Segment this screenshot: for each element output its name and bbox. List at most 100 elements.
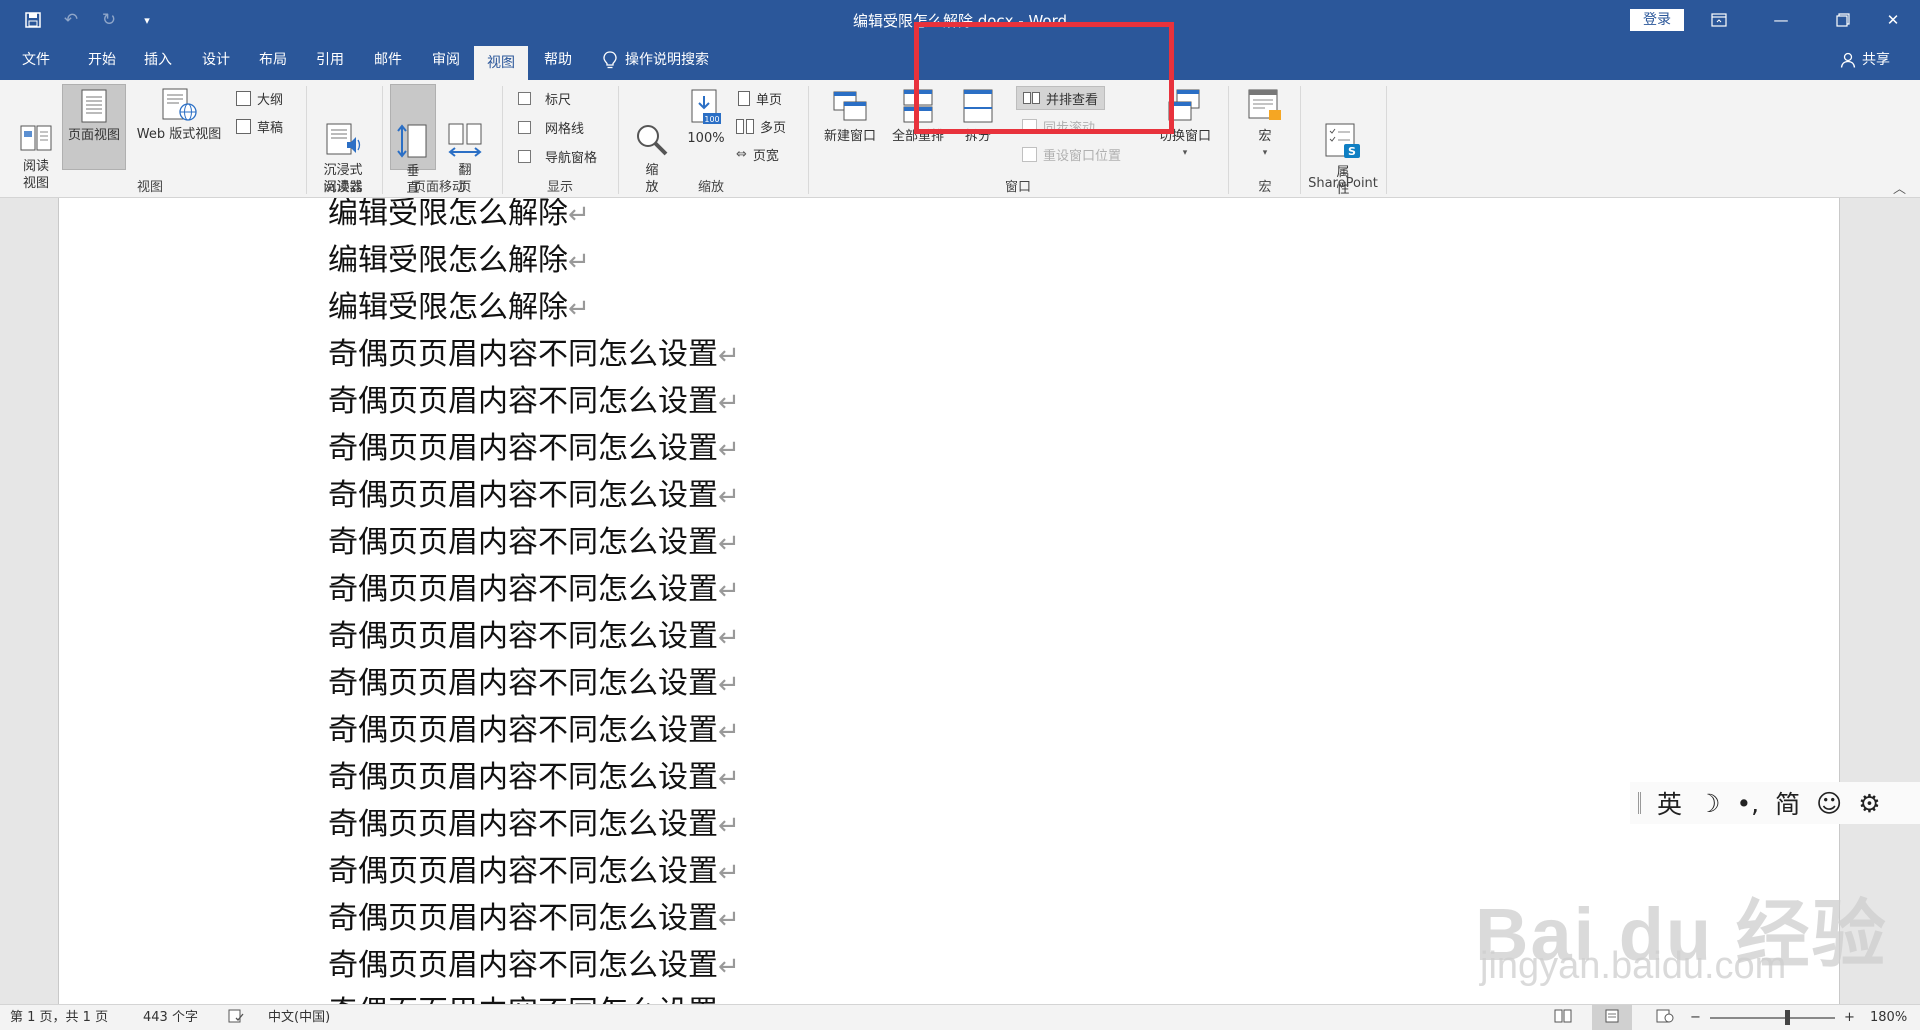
document-line[interactable]: 编辑受限怎么解除↵ [328,198,740,237]
tab-review[interactable]: 审阅 [418,40,474,80]
ribbon-display-options-icon[interactable] [1688,0,1750,40]
document-line[interactable]: 奇偶页页眉内容不同怎么设置↵ [328,989,740,1004]
paragraph-mark-icon: ↵ [718,529,740,559]
punctuation-icon[interactable]: •, [1736,789,1759,818]
document-text[interactable]: 编辑受限怎么解除↵ 编辑受限怎么解除↵ 编辑受限怎么解除↵ 奇偶页页眉内容不同怎么设置… [328,198,740,1004]
document-line-text: 奇偶页页眉内容不同怎么设置 [328,854,718,889]
share-button[interactable]: 共享 [1840,40,1890,80]
gear-icon[interactable]: ⚙ [1858,789,1880,818]
outline-button[interactable]: 大纲 [236,88,283,108]
language-indicator[interactable]: 中文(中国) [268,1005,330,1030]
share-label: 共享 [1862,52,1890,68]
zoom-in-button[interactable]: + [1844,1005,1855,1030]
document-line-text: 奇偶页页眉内容不同怎么设置 [328,807,718,842]
tab-insert[interactable]: 插入 [130,40,186,80]
ime-simplified-toggle[interactable]: 简 [1775,785,1800,821]
document-line[interactable]: 奇偶页页眉内容不同怎么设置↵ [328,660,740,707]
document-line[interactable]: 编辑受限怎么解除↵ [328,284,740,331]
ime-language-toggle[interactable]: 英 [1657,785,1682,821]
document-line[interactable]: 奇偶页页眉内容不同怎么设置↵ [328,895,740,942]
tell-me-search[interactable]: 操作说明搜索 [603,40,709,80]
document-line[interactable]: 奇偶页页眉内容不同怎么设置↵ [328,378,740,425]
moon-icon[interactable]: ☽ [1698,789,1720,818]
tab-file[interactable]: 文件 [8,40,64,80]
tab-layout[interactable]: 布局 [245,40,301,80]
login-button[interactable]: 登录 [1630,9,1684,31]
nav-pane-checkbox[interactable]: 导航窗格 [518,146,597,166]
tab-references[interactable]: 引用 [302,40,358,80]
zoom-100-button[interactable]: 100 100% [684,88,728,147]
tab-view[interactable]: 视图 [474,46,528,80]
paragraph-mark-icon: ↵ [718,858,740,888]
page-width-button[interactable]: ⇔ 页宽 [736,144,779,164]
lightbulb-icon [603,51,617,69]
document-line[interactable]: 奇偶页页眉内容不同怎么设置↵ [328,519,740,566]
paragraph-mark-icon: ↵ [568,294,590,324]
web-layout-button[interactable]: Web 版式视图 [128,88,230,143]
macros-button[interactable]: 宏 ▾ [1240,88,1290,162]
multi-page-button[interactable]: 多页 [736,116,786,136]
sharepoint-properties-icon: S [1324,105,1362,158]
paragraph-mark-icon: ↵ [718,388,740,418]
page-count[interactable]: 第 1 页，共 1 页 [10,1005,108,1030]
document-line[interactable]: 奇偶页页眉内容不同怎么设置↵ [328,754,740,801]
close-icon[interactable]: ✕ [1862,0,1920,40]
ruler-checkbox[interactable]: 标尺 [518,88,571,108]
document-line[interactable]: 奇偶页页眉内容不同怎么设置↵ [328,942,740,989]
zoom-slider-track[interactable] [1710,1017,1835,1019]
web-layout-label: Web 版式视图 [136,127,222,142]
document-line[interactable]: 奇偶页页眉内容不同怎么设置↵ [328,331,740,378]
document-line-text: 奇偶页页眉内容不同怎么设置 [328,901,718,936]
vertical-arrows-icon [396,106,430,158]
book-icon [19,105,53,151]
outline-label: 大纲 [257,92,284,108]
tab-home[interactable]: 开始 [74,40,130,80]
emoji-icon[interactable]: ☺ [1816,789,1842,818]
tell-me-label: 操作说明搜索 [625,52,709,68]
tab-help[interactable]: 帮助 [530,40,586,80]
read-mode-button[interactable]: 阅读 视图 [10,88,62,192]
document-line[interactable]: 编辑受限怎么解除↵ [328,237,740,284]
new-window-button[interactable]: 新建窗口 [818,88,882,145]
tab-mailings[interactable]: 邮件 [360,40,416,80]
zoom-100-icon: 100 [690,88,722,126]
one-page-icon [738,90,750,106]
side-to-side-icon [447,105,483,157]
zoom-out-button[interactable]: − [1690,1005,1701,1030]
tab-design[interactable]: 设计 [188,40,244,80]
print-layout-label: 页面视图 [67,128,120,143]
collapse-ribbon-icon[interactable]: ︿ [1893,178,1906,197]
document-line[interactable]: 奇偶页页眉内容不同怎么设置↵ [328,707,740,754]
document-line[interactable]: 奇偶页页眉内容不同怎么设置↵ [328,472,740,519]
document-line[interactable]: 奇偶页页眉内容不同怎么设置↵ [328,425,740,472]
draft-button[interactable]: 草稿 [236,116,283,136]
document-line-text: 奇偶页页眉内容不同怎么设置 [328,478,718,513]
chevron-down-icon: ▾ [1182,148,1188,158]
document-line[interactable]: 奇偶页页眉内容不同怎么设置↵ [328,613,740,660]
show-group-label: 显示 [546,180,573,195]
svg-text:100: 100 [704,115,719,124]
proofing-icon[interactable] [228,1005,244,1030]
web-page-icon [159,88,199,122]
read-mode-status-icon[interactable] [1554,1005,1572,1030]
document-line[interactable]: 奇偶页页眉内容不同怎么设置↵ [328,566,740,613]
word-count[interactable]: 443 个字 [143,1005,198,1030]
zoom-slider-thumb[interactable] [1785,1010,1790,1025]
web-layout-status-icon[interactable] [1656,1005,1674,1030]
minimize-icon[interactable]: — [1750,0,1812,40]
zoom-level[interactable]: 180% [1870,1005,1907,1030]
ime-drag-handle[interactable] [1638,792,1641,814]
new-window-label: 新建窗口 [823,129,876,144]
vertical-page-move-button[interactable]: 垂 直 [390,84,436,196]
page-width-icon: ⇔ [736,146,747,162]
gridlines-checkbox[interactable]: 网格线 [518,117,584,137]
print-layout-status-icon[interactable] [1592,1005,1632,1030]
print-layout-button[interactable]: 页面视图 [62,84,126,170]
gridlines-label: 网格线 [545,121,585,137]
document-line[interactable]: 奇偶页页眉内容不同怎么设置↵ [328,801,740,848]
nav-pane-label: 导航窗格 [545,150,598,166]
one-page-button[interactable]: 单页 [738,88,782,108]
reset-window-position-button[interactable]: 重设窗口位置 [1022,144,1121,164]
document-line[interactable]: 奇偶页页眉内容不同怎么设置↵ [328,848,740,895]
multi-page-icon [736,118,754,134]
